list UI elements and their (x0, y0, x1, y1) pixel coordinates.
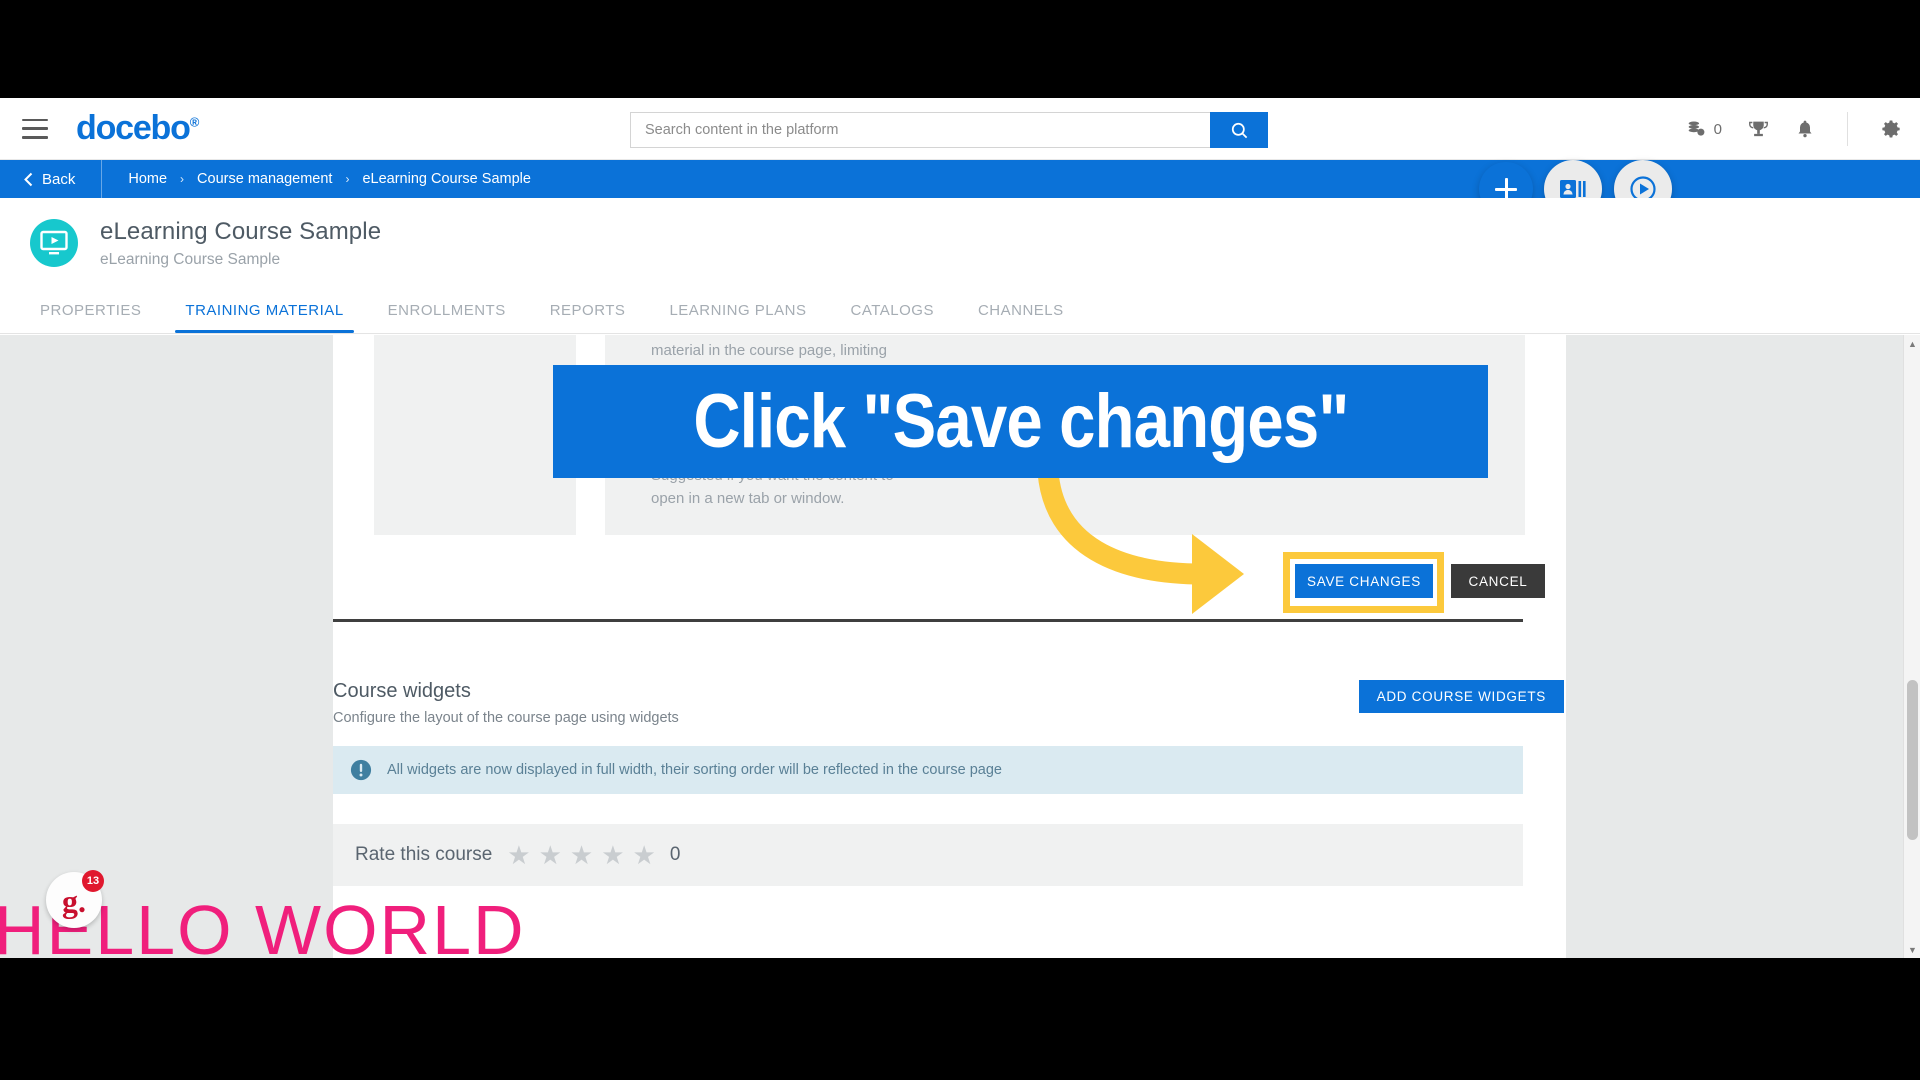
back-label: Back (42, 170, 76, 188)
course-subtitle: eLearning Course Sample (100, 250, 281, 268)
breadcrumb-separator: › (180, 172, 185, 186)
notifications-button[interactable] (1795, 119, 1815, 139)
page-title: eLearning Course Sample (100, 217, 382, 245)
brand-name: docebo (76, 109, 191, 147)
instruction-text: Click "Save changes" (692, 379, 1349, 464)
breadcrumb: Home › Course management › eLearning Cou… (102, 171, 531, 187)
star-icon[interactable]: ★ (601, 842, 624, 868)
rating-stars[interactable]: ★ ★ ★ ★ ★ (507, 842, 656, 868)
scrollbar-thumb[interactable] (1907, 680, 1918, 840)
course-header: eLearning Course Sample eLearning Course… (0, 198, 1920, 288)
breadcrumb-item-course-management[interactable]: Course management (197, 171, 332, 187)
scroll-down-icon[interactable]: ▼ (1904, 941, 1920, 958)
star-icon[interactable]: ★ (507, 842, 530, 868)
recorder-logo: g. 13 (46, 870, 104, 928)
header-divider (1847, 112, 1848, 146)
search-input[interactable] (630, 112, 1210, 148)
add-course-widgets-button[interactable]: ADD COURSE WIDGETS (1358, 680, 1564, 713)
coins-count: 0 (1713, 120, 1722, 138)
screenshot-stage: docebo® 0 (0, 0, 1920, 1080)
cancel-button[interactable]: CANCEL (1451, 564, 1545, 598)
back-button[interactable]: Back (0, 160, 101, 198)
brand-mark: ® (189, 114, 200, 130)
chevron-left-icon (24, 172, 33, 186)
course-widgets-title: Course widgets (333, 680, 471, 702)
rating-value: 0 (669, 844, 681, 865)
rate-course-label: Rate this course (355, 844, 493, 865)
tab-channels[interactable]: CHANNELS (956, 302, 1086, 333)
id-card-icon (1560, 180, 1586, 198)
bell-icon (1798, 120, 1812, 138)
section-divider (333, 619, 1523, 622)
top-header: docebo® 0 (0, 98, 1920, 160)
monitor-play-glyph (40, 230, 68, 255)
scroll-up-icon[interactable]: ▲ (1904, 335, 1920, 352)
tab-enrollments[interactable]: ENROLLMENTS (366, 302, 528, 333)
star-icon[interactable]: ★ (539, 842, 562, 868)
widgets-notice-text: All widgets are now displayed in full wi… (387, 762, 1002, 778)
vertical-scrollbar[interactable]: ▲ ▼ (1903, 335, 1920, 958)
course-title-block: eLearning Course Sample eLearning Course… (100, 218, 381, 269)
hamburger-icon[interactable] (22, 118, 48, 139)
info-icon (350, 759, 372, 781)
breadcrumb-item-current[interactable]: eLearning Course Sample (362, 171, 530, 187)
coins-button[interactable]: 0 (1686, 119, 1722, 140)
widgets-notice: All widgets are now displayed in full wi… (333, 746, 1523, 794)
logo-badge: 13 (82, 870, 104, 892)
panel-actions: SAVE CHANGES CANCEL (333, 552, 1566, 617)
search-bar (630, 112, 1268, 148)
tab-training-material[interactable]: TRAINING MATERIAL (163, 302, 365, 333)
tab-properties[interactable]: PROPERTIES (18, 302, 163, 333)
search-icon (1231, 122, 1247, 138)
logo-letter: g. (62, 883, 86, 919)
breadcrumb-separator: › (345, 172, 350, 186)
tab-learning-plans[interactable]: LEARNING PLANS (647, 302, 828, 333)
breadcrumb-item-home[interactable]: Home (128, 171, 167, 187)
docebo-app: docebo® 0 (0, 98, 1920, 958)
settings-button[interactable] (1880, 118, 1902, 140)
tab-reports[interactable]: REPORTS (528, 302, 648, 333)
monitor-play-icon (30, 219, 78, 267)
search-button[interactable] (1210, 112, 1268, 148)
course-tabs: PROPERTIES TRAINING MATERIAL ENROLLMENTS… (0, 284, 1920, 334)
rate-course-widget: Rate this course ★ ★ ★ ★ ★ 0 (333, 824, 1523, 886)
docebo-logo[interactable]: docebo® (76, 109, 200, 148)
star-icon[interactable]: ★ (633, 842, 656, 868)
course-widgets-subtitle: Configure the layout of the course page … (333, 710, 679, 726)
gear-icon (1882, 120, 1900, 138)
trophy-icon (1749, 121, 1768, 136)
star-icon[interactable]: ★ (570, 842, 593, 868)
trophy-button[interactable] (1748, 119, 1769, 140)
tab-catalogs[interactable]: CATALOGS (829, 302, 956, 333)
instruction-callout: Click "Save changes" (553, 365, 1488, 478)
option-text-inline: Suggested to play only the training mate… (651, 335, 887, 359)
option-thumbnail (374, 335, 576, 535)
coins-icon (1688, 121, 1705, 136)
header-actions: 0 (1686, 98, 1902, 160)
